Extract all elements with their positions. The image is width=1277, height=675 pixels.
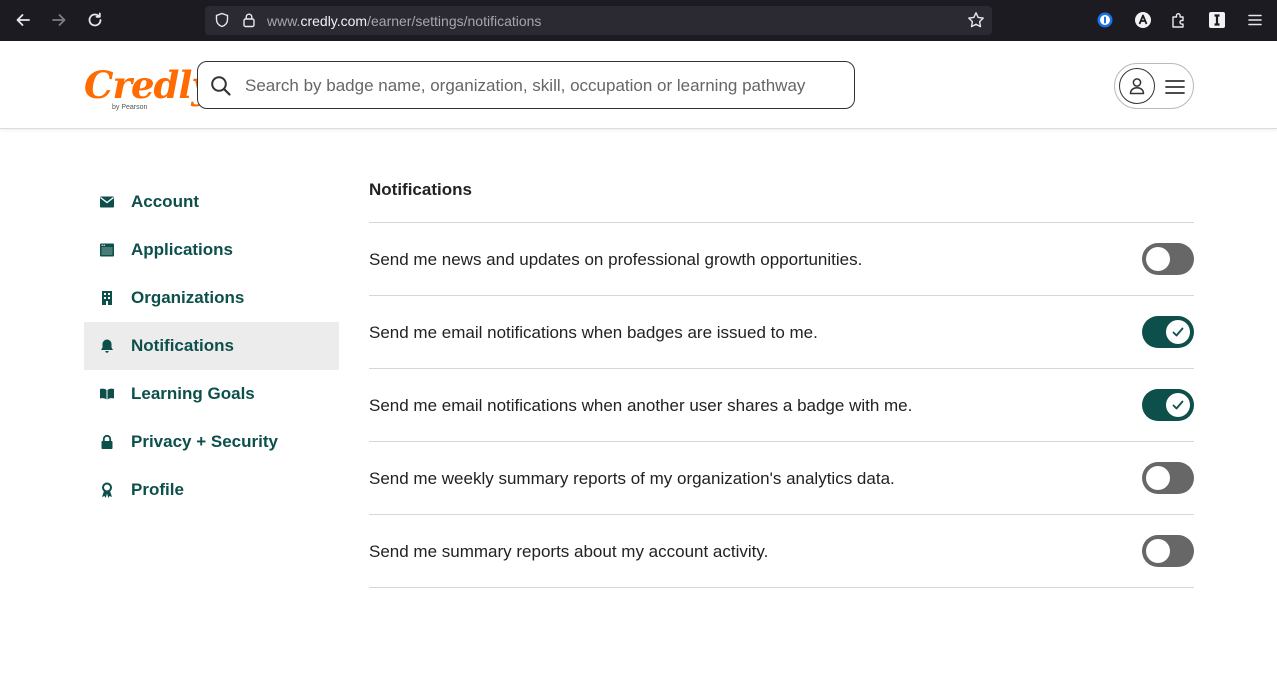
search-input[interactable] [245,71,845,101]
back-arrow-icon[interactable] [12,9,34,31]
sidebar-item-label: Notifications [131,336,234,355]
settings-sidebar: Account Applications Organizations Notif… [84,178,339,514]
browser-toolbar: www.credly.com/earner/settings/notificat… [0,0,1277,41]
notification-label: Send me email notifications when badges … [369,323,818,342]
checkmark-icon [1172,400,1184,410]
sidebar-item-label: Learning Goals [131,384,255,403]
notification-label: Send me news and updates on professional… [369,250,863,269]
sidebar-item-label: Account [131,192,199,211]
toggle-knob [1166,320,1190,344]
notification-row: Send me email notifications when badges … [369,296,1194,369]
forward-arrow-icon[interactable] [48,9,70,31]
bell-icon [98,337,116,355]
weekly-analytics-toggle[interactable] [1142,462,1194,494]
logo-wordmark: Credly [84,63,213,107]
instapaper-icon[interactable] [1208,11,1226,29]
puzzle-icon[interactable] [1170,11,1188,29]
address-bar[interactable]: www.credly.com/earner/settings/notificat… [205,6,992,35]
page-title: Notifications [369,178,1194,223]
lock-icon [98,433,116,451]
sidebar-item-label: Applications [131,240,234,259]
notification-row: Send me weekly summary reports of my org… [369,442,1194,515]
logo-subtext: by Pearson [112,104,148,111]
search-icon[interactable] [210,75,232,97]
user-menu-button[interactable] [1114,63,1194,109]
building-icon [98,289,116,307]
notification-label: Send me summary reports about my account… [369,542,769,561]
sidebar-item-notifications[interactable]: Notifications [84,322,339,370]
toggle-knob [1146,247,1170,271]
site-header: Credly by Pearson [0,41,1277,129]
notification-label: Send me weekly summary reports of my org… [369,469,895,488]
sidebar-item-label: Profile [131,480,184,499]
reload-icon[interactable] [84,9,106,31]
avatar[interactable] [1119,68,1155,104]
envelope-icon [98,193,116,211]
checkmark-icon [1172,327,1184,337]
window-icon [98,241,116,259]
bookmark-star-icon[interactable] [967,11,985,29]
sidebar-item-applications[interactable]: Applications [84,226,339,274]
url-domain: credly.com [300,13,368,29]
password-manager-icon[interactable] [1096,11,1114,29]
badges-issued-toggle[interactable] [1142,316,1194,348]
book-icon [98,385,116,403]
user-icon [1129,78,1145,95]
credly-logo[interactable]: Credly by Pearson [84,63,213,118]
sidebar-item-organizations[interactable]: Organizations [84,274,339,322]
url-prefix: www. [267,13,301,29]
url-path: /earner/settings/notifications [367,13,542,29]
sidebar-item-learning-goals[interactable]: Learning Goals [84,370,339,418]
sidebar-item-profile[interactable]: Profile [84,466,339,514]
sidebar-item-label: Organizations [131,288,245,307]
notification-row: Send me news and updates on professional… [369,223,1194,296]
toggle-knob [1166,393,1190,417]
search-bar[interactable] [197,61,855,109]
toggle-knob [1146,466,1170,490]
notification-row: Send me summary reports about my account… [369,515,1194,588]
award-icon [98,481,116,499]
notification-row: Send me email notifications when another… [369,369,1194,442]
growth-opportunities-toggle[interactable] [1142,243,1194,275]
account-activity-toggle[interactable] [1142,535,1194,567]
menu-icon[interactable] [1246,11,1264,29]
notification-label: Send me email notifications when another… [369,396,913,415]
account-extension-icon[interactable] [1134,11,1152,29]
url-text[interactable]: www.credly.com/earner/settings/notificat… [267,13,541,29]
notifications-panel: Notifications Send me news and updates o… [369,178,1194,588]
hamburger-menu-icon[interactable] [1165,78,1185,96]
shield-icon[interactable] [214,12,230,28]
badge-shared-toggle[interactable] [1142,389,1194,421]
lock-icon[interactable] [241,12,257,28]
sidebar-item-privacy-security[interactable]: Privacy + Security [84,418,339,466]
sidebar-item-account[interactable]: Account [84,178,339,226]
toggle-knob [1146,539,1170,563]
sidebar-item-label: Privacy + Security [131,432,278,451]
